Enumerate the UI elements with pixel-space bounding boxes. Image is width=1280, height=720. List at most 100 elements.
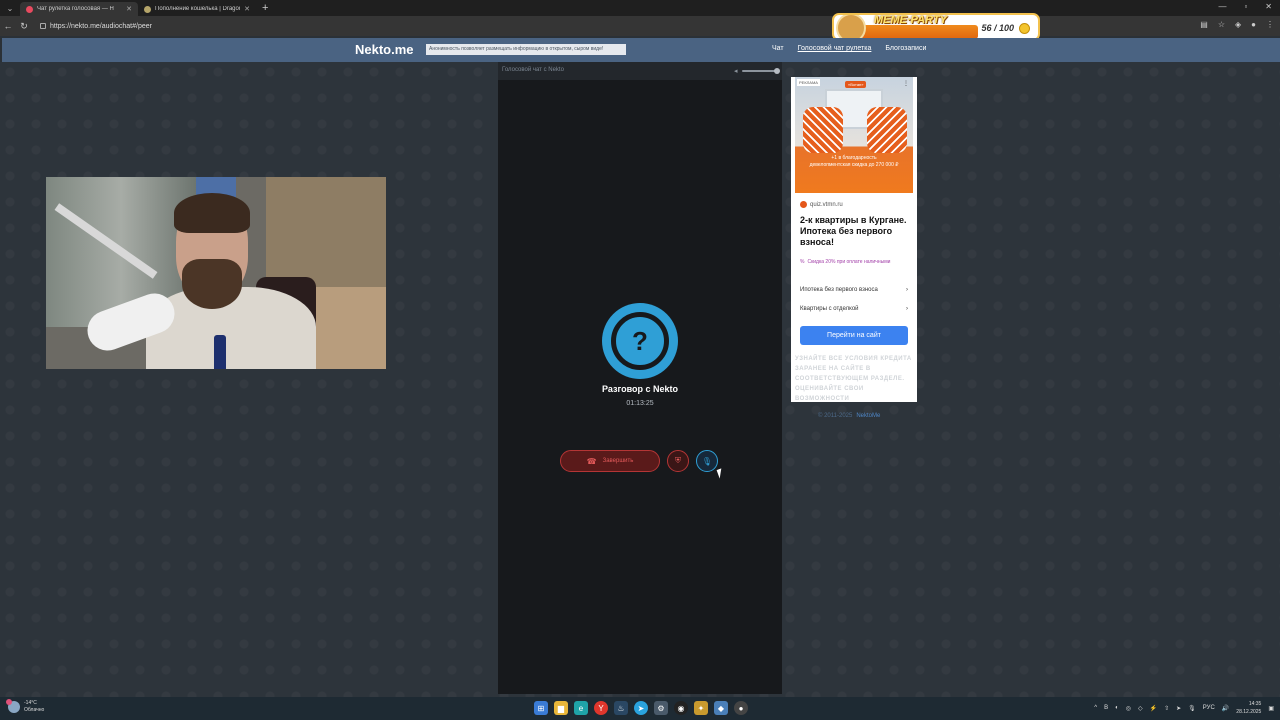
copyright-text: © 2011-2025	[818, 413, 853, 419]
volume-slider[interactable]	[742, 70, 778, 72]
tray-mic-icon[interactable]: 🎙	[1188, 705, 1196, 712]
app-icon[interactable]: ●	[734, 701, 748, 715]
menu-item-chat[interactable]: Чат	[772, 45, 784, 52]
reader-icon[interactable]: ▤	[1200, 20, 1208, 29]
footer-link[interactable]: NektoMe	[856, 413, 880, 419]
voice-chat-header: Голосовой чат с Nekto ◂	[498, 62, 782, 80]
ad-image-mitten	[867, 107, 907, 153]
close-window-icon[interactable]: ✕	[1265, 2, 1272, 11]
meme-progress-bar	[858, 25, 978, 39]
site-menu: Чат Голосовой чат рулетка Блогозаписи	[772, 45, 926, 52]
webcam-person-beard	[182, 259, 242, 309]
weather-widget[interactable]: -14°C Облачно	[6, 699, 44, 714]
reload-icon[interactable]: ↻	[16, 21, 32, 32]
meme-progress-count: 56 / 100	[981, 23, 1014, 33]
url-text: https://nekto.me/audiochat#/peer	[50, 22, 152, 30]
mute-mic-button[interactable]: 🎙	[696, 450, 718, 472]
ad-cta-button[interactable]: Перейти на сайт	[800, 326, 908, 345]
maximize-icon[interactable]: ▫	[1244, 2, 1247, 11]
back-icon[interactable]: ←	[0, 21, 16, 31]
weather-temp: -14°C	[24, 700, 37, 706]
weather-alert-icon	[6, 699, 12, 705]
tray-app-icon[interactable]: ⇧	[1164, 705, 1169, 712]
tray-app-icon[interactable]: ◐	[1115, 705, 1119, 711]
menu-item-voice-chat[interactable]: Голосовой чат рулетка	[798, 45, 872, 52]
url-field[interactable]: https://nekto.me/audiochat#/peer	[40, 23, 152, 30]
hangup-phone-icon: ☎	[586, 456, 597, 466]
start-menu-icon[interactable]: ⊞	[534, 701, 548, 715]
report-button[interactable]: ⛨	[667, 450, 689, 472]
clock[interactable]: 14:35 28.12.2025	[1236, 700, 1261, 716]
call-timer: 01:13:25	[626, 400, 654, 407]
browser-tab[interactable]: Пополнение кошелька | Dragon ✕	[138, 2, 256, 16]
ad-option[interactable]: Квартиры с отделкой ›	[800, 306, 908, 312]
chevron-right-icon: ›	[906, 306, 908, 312]
app-icon[interactable]: ◆	[714, 701, 728, 715]
chevron-right-icon: ›	[906, 287, 908, 293]
coin-icon	[1019, 23, 1030, 34]
steam-icon[interactable]: ♨	[614, 701, 628, 715]
site-notice: Анонимность позволяет размещать информац…	[426, 44, 626, 55]
ad-image-mitten	[803, 107, 843, 153]
ad-site[interactable]: quiz.vtmn.ru	[800, 201, 843, 208]
new-tab-icon[interactable]: +	[262, 2, 268, 14]
browser-tab-active[interactable]: Чат рулетка голосовая — Н ✕	[20, 2, 138, 16]
ad-banner[interactable]: РЕКЛАМА «Вотан» ⋮ +1 в благодарность дев…	[791, 77, 917, 402]
ad-disclaimer: УЗНАЙТЕ ВСЕ УСЛОВИЯ КРЕДИТА ЗАРАНЕЕ НА С…	[795, 356, 912, 402]
settings-icon[interactable]: ⚙	[654, 701, 668, 715]
tab-favicon-icon	[26, 5, 33, 13]
ad-option[interactable]: Ипотека без первого взноса ›	[800, 287, 908, 293]
meme-party-overlay: MEME·PARTY 56 / 100	[832, 13, 1040, 41]
menu-icon[interactable]: ⋮	[1266, 20, 1274, 29]
file-explorer-icon[interactable]: ▆	[554, 701, 568, 715]
yandex-browser-icon[interactable]: Y	[594, 701, 608, 715]
tab-close-icon[interactable]: ✕	[126, 5, 132, 13]
tray-app-icon[interactable]: ◇	[1138, 705, 1143, 712]
speaker-icon[interactable]: 🔊	[1222, 705, 1229, 712]
obs-icon[interactable]: ◉	[674, 701, 688, 715]
tray-expand-icon[interactable]: ^	[1094, 705, 1097, 711]
tray-app-icon[interactable]: ⚡	[1150, 705, 1157, 712]
profile-icon[interactable]: ●	[1251, 20, 1256, 29]
shield-icon: ⛨	[675, 456, 681, 465]
taskbar-apps: ⊞ ▆ e Y ♨ ➤ ⚙ ◉ ✦ ◆ ●	[534, 701, 748, 715]
minimize-icon[interactable]: —	[1218, 2, 1226, 11]
webcam-person	[146, 193, 316, 369]
app-icon[interactable]: ✦	[694, 701, 708, 715]
tray-telegram-icon[interactable]: ➤	[1176, 705, 1181, 712]
site-logo[interactable]: Nekto.me	[355, 42, 414, 57]
weather-icon	[6, 699, 20, 713]
clock-date: 28.12.2025	[1236, 709, 1262, 715]
ad-image[interactable]: РЕКЛАМА «Вотан» ⋮ +1 в благодарность дев…	[795, 77, 913, 193]
volume-icon[interactable]: ◂	[734, 67, 738, 75]
site-header: Nekto.me Анонимность позволяет размещать…	[2, 38, 1280, 62]
language-indicator[interactable]: РУС	[1203, 705, 1215, 711]
telegram-icon[interactable]: ➤	[634, 701, 648, 715]
ad-discount: % Скидка 20% при оплате наличными	[800, 258, 910, 266]
end-call-button[interactable]: ☎ Завершить	[560, 450, 660, 472]
tray-app-icon[interactable]: ◎	[1126, 705, 1131, 712]
menu-item-blog[interactable]: Блогозаписи	[885, 45, 926, 52]
site-info-icon[interactable]	[40, 23, 46, 29]
tray-app-icon[interactable]: B	[1104, 705, 1108, 711]
ad-brand: «Вотан»	[845, 81, 867, 88]
ad-discount-text: Скидка 20% при оплате наличными	[807, 259, 891, 265]
address-bar-actions: ▤ ☆ ◈ ● ⋮	[1200, 20, 1274, 29]
edge-icon[interactable]: e	[574, 701, 588, 715]
weather-text: -14°C Облачно	[24, 700, 44, 714]
ad-more-icon[interactable]: ⋮	[903, 80, 909, 87]
microphone-icon: 🎙	[701, 456, 713, 466]
end-call-label: Завершить	[602, 458, 634, 464]
peer-avatar: ?	[602, 303, 678, 379]
volume-slider-handle[interactable]	[774, 68, 780, 74]
notifications-icon[interactable]: ▣	[1268, 705, 1274, 712]
tab-close-icon[interactable]: ✕	[244, 5, 250, 13]
bookmark-star-icon[interactable]: ☆	[1218, 20, 1225, 29]
tab-list-icon[interactable]: ⌄	[0, 0, 20, 16]
ad-tag: РЕКЛАМА	[797, 79, 820, 86]
extensions-icon[interactable]: ◈	[1235, 20, 1241, 29]
ad-option-label: Ипотека без первого взноса	[800, 287, 878, 293]
tab-title: Пополнение кошелька | Dragon	[155, 6, 241, 12]
ad-site-domain: quiz.vtmn.ru	[810, 201, 843, 208]
ad-headline[interactable]: 2-к квартиры в Кургане. Ипотека без перв…	[800, 215, 910, 248]
